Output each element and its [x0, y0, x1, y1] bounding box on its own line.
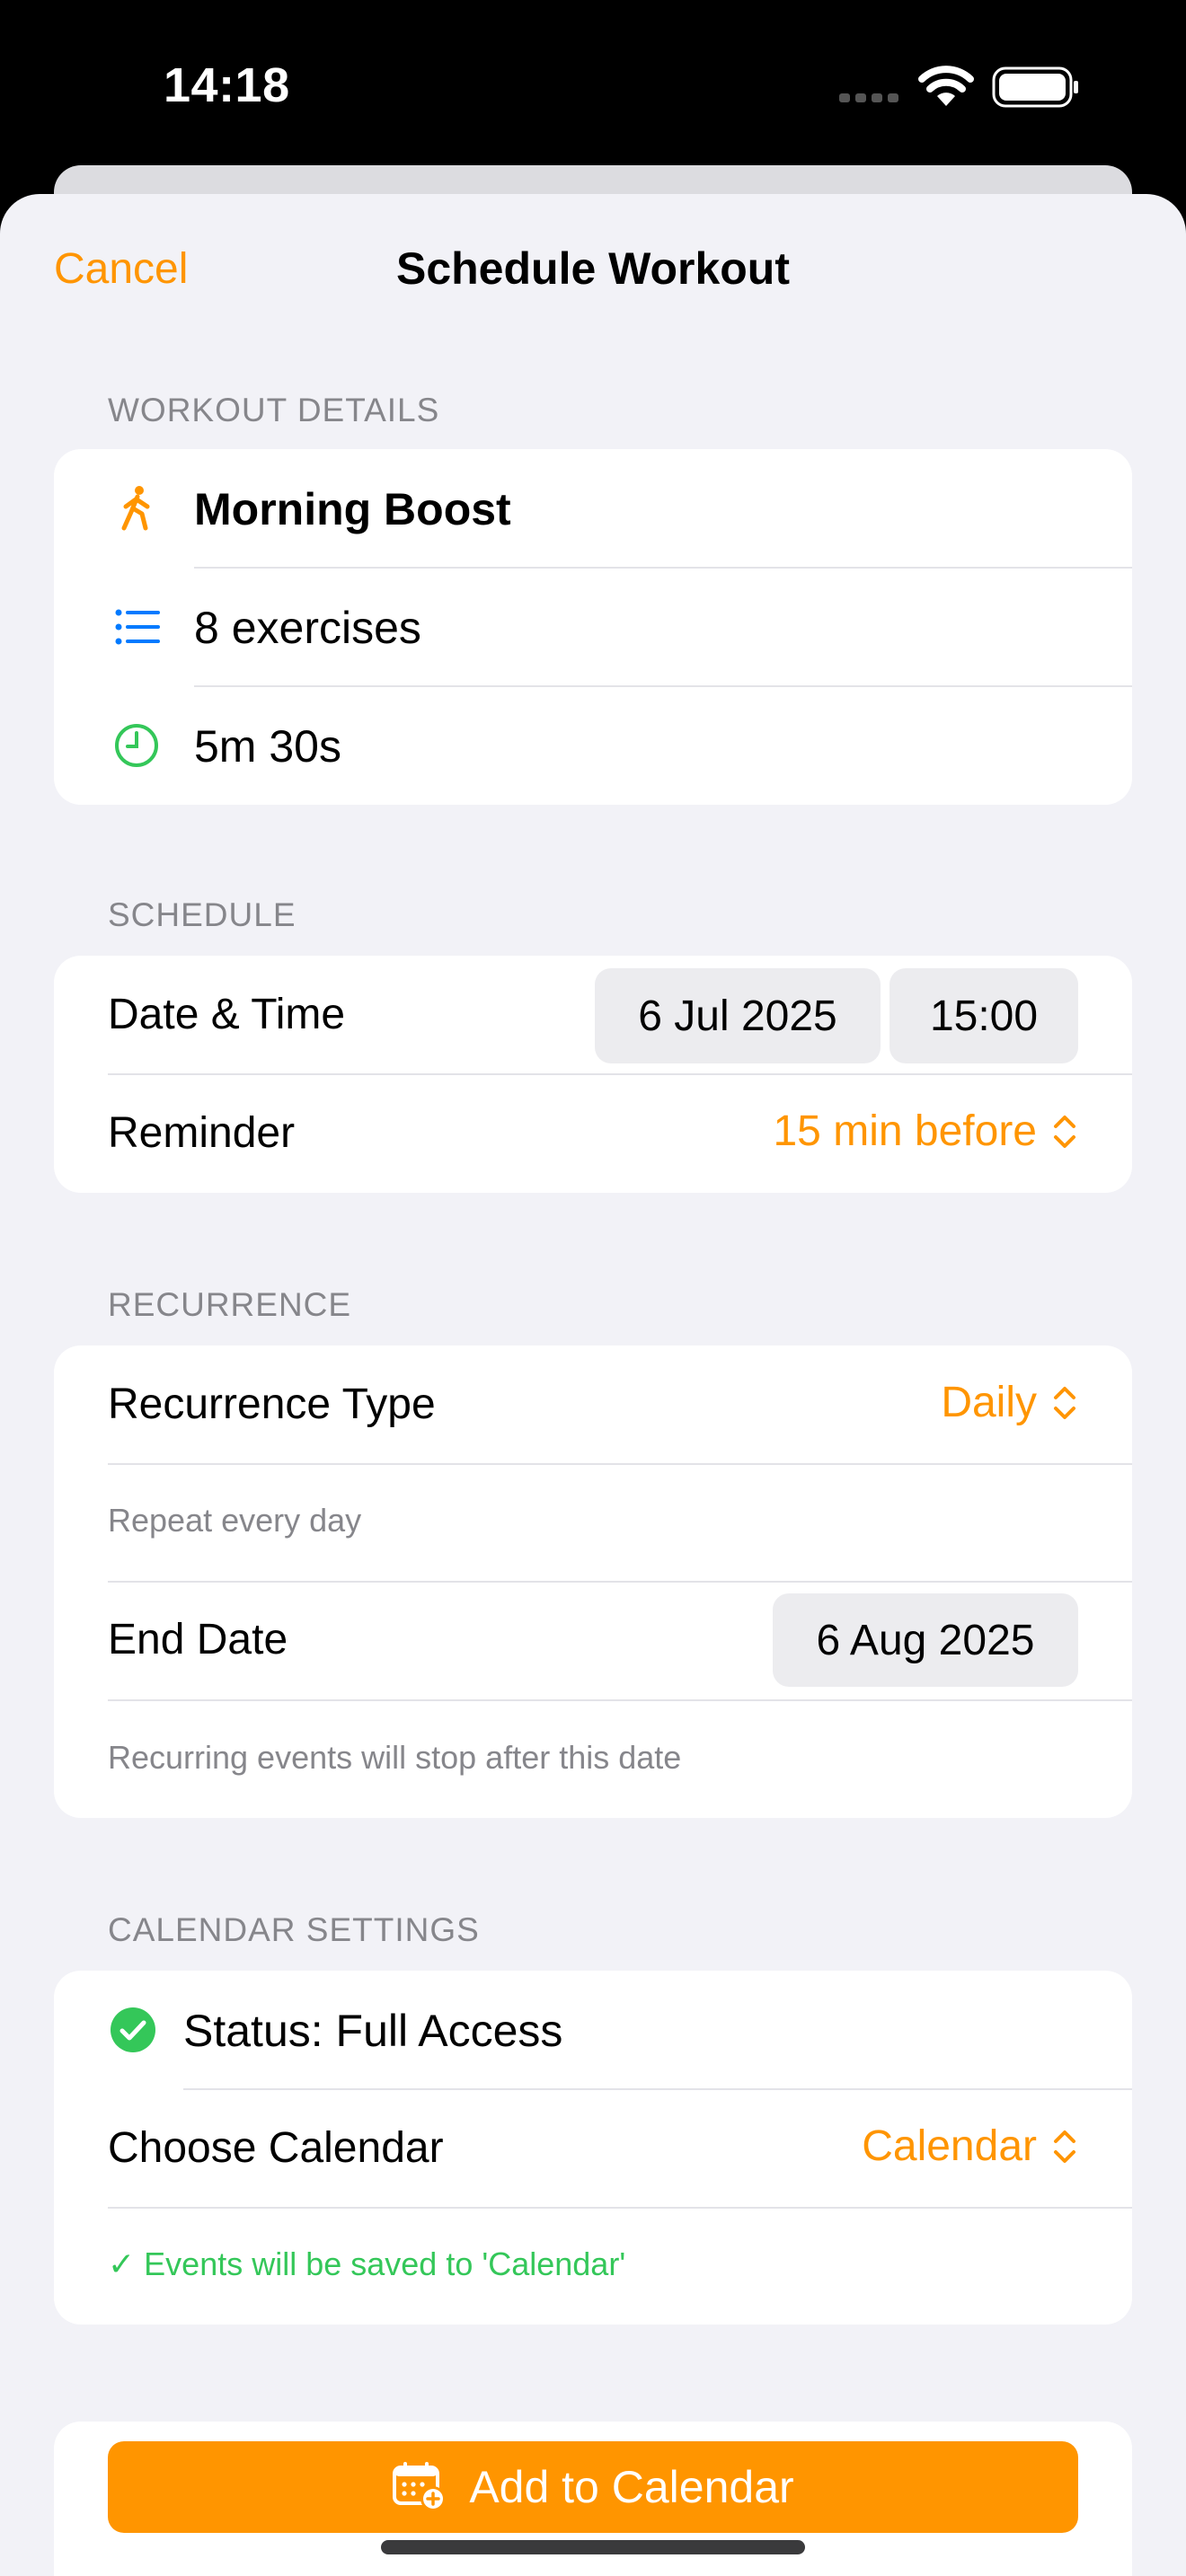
workout-name-row: Morning Boost	[54, 449, 1132, 568]
section-header-recurrence: RECURRENCE	[108, 1286, 352, 1323]
calendar-status-row: Status: Full Access	[54, 1971, 1132, 2089]
date-picker-button[interactable]: 6 Jul 2025	[595, 968, 881, 1063]
schedule-card: Date & Time 6 Jul 2025 15:00 Reminder 15…	[54, 956, 1132, 1193]
reminder-row[interactable]: Reminder 15 min before	[54, 1074, 1132, 1193]
calendar-confirmation: ✓ Events will be saved to 'Calendar'	[108, 2245, 626, 2282]
end-date-note: Recurring events will stop after this da…	[108, 1739, 682, 1776]
date-time-label: Date & Time	[108, 991, 346, 1038]
recurrence-type-label: Recurrence Type	[108, 1381, 436, 1428]
status-bar: 14:18	[0, 0, 1186, 162]
time-picker-button[interactable]: 15:00	[890, 968, 1078, 1063]
workout-details-card: Morning Boost 8 exercises 5m 30s	[54, 449, 1132, 805]
chevron-up-down-icon	[1054, 2130, 1075, 2163]
workout-duration: 5m 30s	[194, 721, 341, 772]
reminder-value: 15 min before	[773, 1107, 1037, 1155]
choose-calendar-row[interactable]: Choose Calendar Calendar	[54, 2089, 1132, 2208]
recurrence-type-row[interactable]: Recurrence Type Daily	[54, 1345, 1132, 1464]
chevron-up-down-icon	[1054, 1386, 1075, 1419]
section-header-schedule: SCHEDULE	[108, 896, 296, 933]
reminder-picker[interactable]: 15 min before	[773, 1107, 1078, 1156]
chevron-up-down-icon	[1054, 1115, 1075, 1148]
end-date-picker-button[interactable]: 6 Aug 2025	[773, 1593, 1078, 1687]
navigation-bar: Cancel Schedule Workout	[0, 194, 1186, 347]
date-time-row: Date & Time 6 Jul 2025 15:00	[54, 956, 1132, 1074]
calendar-status: Status: Full Access	[183, 2006, 563, 2056]
calendar-picker-value: Calendar	[862, 2122, 1037, 2170]
recurrence-type-value: Daily	[941, 1379, 1037, 1426]
list-bullet-icon	[115, 609, 160, 645]
exercise-count-row: 8 exercises	[54, 568, 1132, 686]
divider	[108, 2207, 1132, 2209]
battery-icon	[992, 66, 1078, 108]
exercise-count: 8 exercises	[194, 603, 421, 653]
divider	[108, 1699, 1132, 1701]
recurrence-note: Repeat every day	[108, 1502, 362, 1539]
calendar-picker[interactable]: Calendar	[862, 2122, 1078, 2171]
schedule-sheet: Cancel Schedule Workout WORKOUT DETAILS …	[0, 194, 1186, 2576]
end-date-row: End Date 6 Aug 2025	[54, 1583, 1132, 1699]
wifi-icon	[918, 66, 974, 106]
workout-name: Morning Boost	[194, 484, 511, 534]
home-indicator[interactable]	[381, 2540, 805, 2554]
clock-icon	[115, 724, 158, 767]
duration-row: 5m 30s	[54, 686, 1132, 805]
section-header-calendar-settings: CALENDAR SETTINGS	[108, 1911, 480, 1948]
calendar-badge-plus-icon	[393, 2462, 447, 2511]
figure-walk-icon	[121, 486, 150, 531]
cellular-signal-icon	[839, 93, 898, 102]
reminder-label: Reminder	[108, 1109, 296, 1157]
add-to-calendar-button[interactable]: Add to Calendar	[108, 2441, 1078, 2533]
divider	[108, 1463, 1132, 1465]
status-time: 14:18	[164, 58, 290, 112]
recurrence-card: Recurrence Type Daily Repeat every day E…	[54, 1345, 1132, 1818]
end-date-label: End Date	[108, 1616, 288, 1663]
add-to-calendar-label: Add to Calendar	[469, 2462, 794, 2512]
choose-calendar-label: Choose Calendar	[108, 2124, 444, 2172]
section-header-workout-details: WORKOUT DETAILS	[108, 392, 440, 428]
calendar-settings-card: Status: Full Access Choose Calendar Cale…	[54, 1971, 1132, 2325]
recurrence-type-picker[interactable]: Daily	[941, 1378, 1078, 1427]
page-title: Schedule Workout	[395, 243, 790, 294]
checkmark-circle-icon	[111, 2007, 155, 2052]
